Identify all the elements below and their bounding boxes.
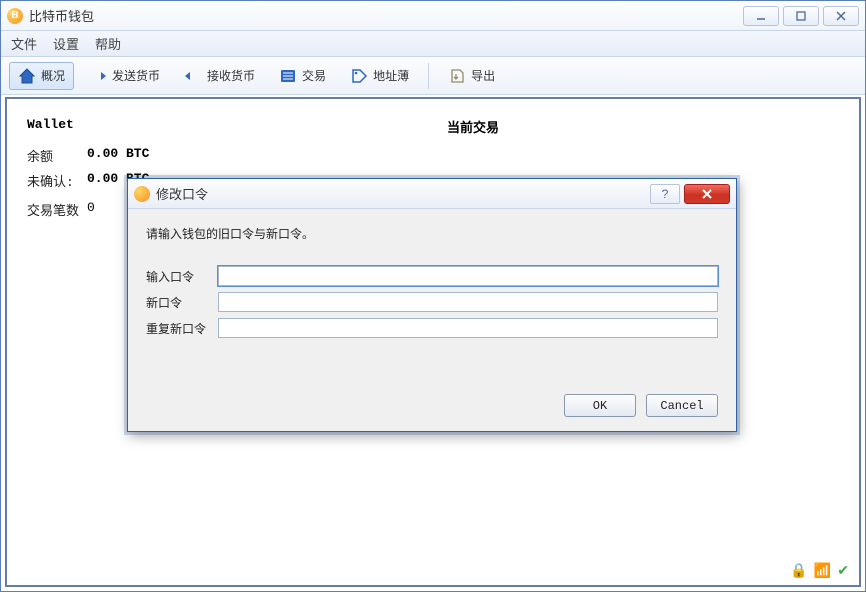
home-icon [18,67,36,85]
minimize-icon [755,10,767,22]
dialog-titlebar: 修改口令 ? [128,179,736,209]
export-label: 导出 [471,67,495,84]
old-pass-label: 输入口令 [146,268,218,285]
minimize-button[interactable] [743,6,779,26]
menu-settings[interactable]: 设置 [53,34,79,53]
bitcoin-icon: B [7,8,23,24]
tab-overview-label: 概况 [41,67,65,84]
send-icon [89,67,107,85]
dialog-close-button[interactable] [684,184,730,204]
toolbar: 概况 发送货币 接收货币 交易 地址薄 [1,57,865,95]
change-passphrase-dialog: 修改口令 ? 请输入钱包的旧口令与新口令。 输入口令 新口令 重复新口令 OK … [127,178,737,432]
repeat-pass-label: 重复新口令 [146,320,218,337]
new-pass-label: 新口令 [146,294,218,311]
balance-label: 余额 [27,146,87,165]
tab-transactions[interactable]: 交易 [270,62,335,90]
current-tx-heading: 当前交易 [447,117,499,136]
close-button[interactable] [823,6,859,26]
new-pass-input[interactable] [218,292,718,312]
unconfirmed-label: 未确认: [27,171,87,190]
dialog-buttons: OK Cancel [128,394,736,431]
list-icon [279,67,297,85]
toolbar-separator [428,63,429,89]
dialog-title: 修改口令 [156,184,208,203]
ok-button[interactable]: OK [564,394,636,417]
dialog-help-button[interactable]: ? [650,184,680,204]
balance-value: 0.00 BTC [87,146,149,165]
repeat-pass-input[interactable] [218,318,718,338]
titlebar: B 比特币钱包 [1,1,865,31]
tab-overview[interactable]: 概况 [9,62,74,90]
close-icon [700,188,714,200]
lock-icon: 🔒 [790,562,807,579]
bitcoin-icon [134,186,150,202]
menubar: 文件 设置 帮助 [1,31,865,57]
signal-icon: 📶 [814,562,831,579]
receive-icon [184,67,202,85]
tab-addressbook-label: 地址薄 [373,67,409,84]
maximize-button[interactable] [783,6,819,26]
old-pass-input[interactable] [218,266,718,286]
tab-addressbook[interactable]: 地址薄 [341,62,418,90]
close-icon [835,10,847,22]
tag-icon [350,67,368,85]
dialog-message: 请输入钱包的旧口令与新口令。 [146,225,718,242]
statusbar: 🔒 📶 ✔ [790,562,849,579]
tab-receive-label: 接收货币 [207,67,255,84]
export-button[interactable]: 导出 [439,62,504,90]
cancel-button[interactable]: Cancel [646,394,718,417]
menu-help[interactable]: 帮助 [95,34,121,53]
tab-receive[interactable]: 接收货币 [175,62,264,90]
dialog-body: 请输入钱包的旧口令与新口令。 输入口令 新口令 重复新口令 [128,209,736,394]
window-title: 比特币钱包 [29,6,94,25]
menu-file[interactable]: 文件 [11,34,37,53]
tab-send-label: 发送货币 [112,67,160,84]
tab-tx-label: 交易 [302,67,326,84]
wallet-heading: Wallet [27,117,149,132]
maximize-icon [795,10,807,22]
txcount-value: 0 [87,200,95,219]
export-icon [448,67,466,85]
tab-send[interactable]: 发送货币 [80,62,169,90]
check-icon: ✔ [837,562,849,579]
txcount-label: 交易笔数 [27,200,87,219]
help-icon: ? [662,187,669,201]
